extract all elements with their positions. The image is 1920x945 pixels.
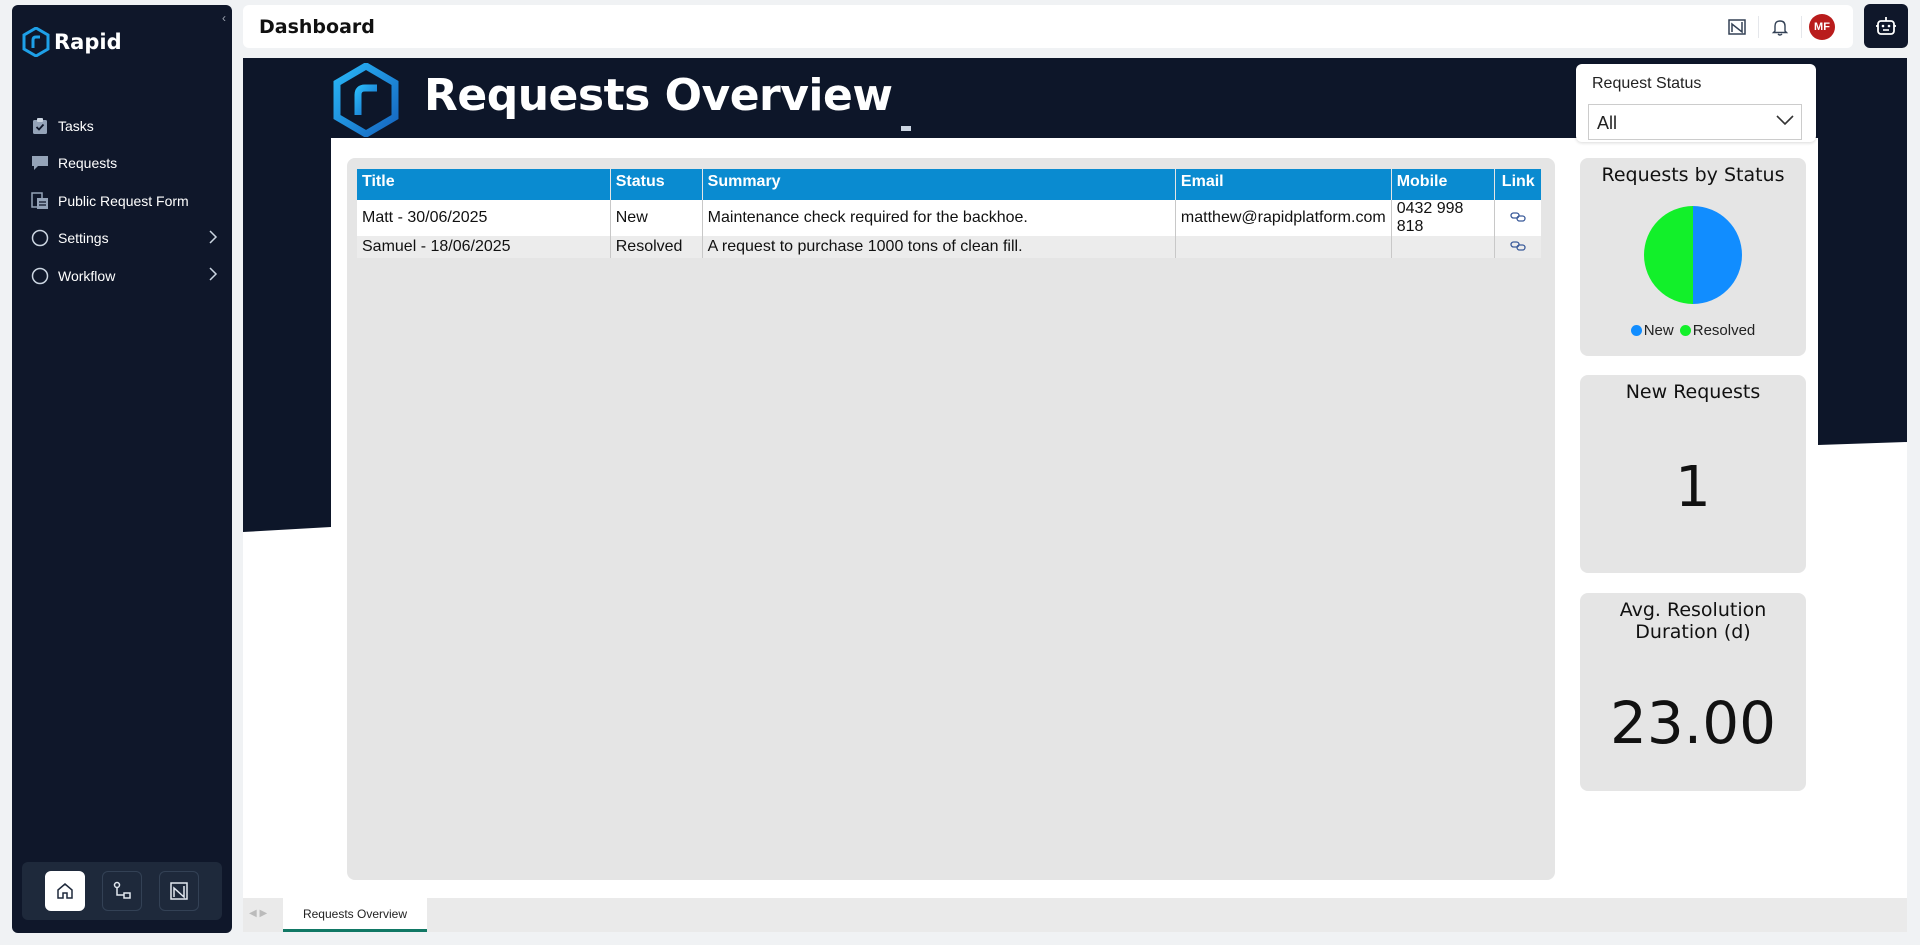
- legend-label: New: [1643, 322, 1674, 339]
- legend-dot: [1679, 325, 1691, 336]
- status-pie-chart[interactable]: [1580, 200, 1806, 310]
- sidebar-item-settings[interactable]: Settings: [12, 220, 232, 258]
- cell-email: [1175, 236, 1392, 258]
- new-requests-value: 1: [1675, 455, 1711, 520]
- legend-dot: [1630, 325, 1642, 336]
- report-icon: [170, 882, 189, 900]
- home-icon: [56, 883, 73, 899]
- link-icon[interactable]: [1510, 212, 1526, 222]
- sidebar-item-requests[interactable]: Requests: [12, 145, 232, 183]
- request-status-select[interactable]: All: [1588, 104, 1802, 140]
- divider: [1801, 16, 1802, 38]
- request-status-filter: Request Status All: [1576, 64, 1816, 142]
- filter-value: All: [1597, 113, 1618, 133]
- cell-mobile: 0432 998 818: [1391, 200, 1496, 236]
- legend-label: Resolved: [1692, 322, 1756, 339]
- card-title: New Requests: [1625, 381, 1761, 403]
- link-icon[interactable]: [1510, 241, 1526, 251]
- circle-icon: [30, 266, 50, 286]
- robot-icon: [1876, 17, 1896, 35]
- table-header-row: Title Status Summary Email Mobile Link: [357, 169, 1541, 200]
- form-icon: [30, 191, 50, 211]
- workflow-icon: [113, 881, 131, 899]
- new-requests-card: New Requests 1: [1580, 375, 1806, 573]
- sidebar-item-tasks[interactable]: Tasks: [12, 107, 232, 145]
- cell-status: Resolved: [610, 236, 703, 258]
- column-header-title[interactable]: Title: [357, 169, 611, 200]
- avatar[interactable]: MF: [1809, 14, 1835, 40]
- home-button[interactable]: [44, 871, 85, 911]
- sidebar-item-public-request-form[interactable]: Public Request Form: [12, 182, 232, 220]
- table-row[interactable]: Samuel - 18/06/2025 Resolved A request t…: [357, 236, 1541, 258]
- page-tab-bar: ◀ ▶ Requests Overview: [243, 898, 1907, 932]
- column-header-mobile[interactable]: Mobile: [1391, 169, 1496, 200]
- rapid-logo-icon: [333, 63, 399, 137]
- column-header-link[interactable]: Link: [1494, 169, 1541, 200]
- workflow-button[interactable]: [101, 871, 142, 911]
- sidebar-item-label: Settings: [58, 230, 109, 247]
- divider: [1758, 16, 1759, 38]
- chevron-down-icon: [1775, 113, 1795, 132]
- requests-by-status-card: Requests by Status New Resolved: [1580, 158, 1806, 356]
- clipboard-check-icon: [30, 116, 50, 136]
- cell-link[interactable]: [1494, 236, 1541, 258]
- report-view-button[interactable]: [1723, 13, 1751, 41]
- cell-summary: Maintenance check required for the backh…: [702, 200, 1176, 236]
- sidebar-item-workflow[interactable]: Workflow: [12, 257, 232, 295]
- notifications-button[interactable]: [1766, 13, 1794, 41]
- cell-title: Samuel - 18/06/2025: [357, 236, 611, 258]
- report-button[interactable]: [159, 871, 200, 911]
- assistant-button[interactable]: [1864, 4, 1908, 48]
- requests-table: Title Status Summary Email Mobile Link M…: [357, 169, 1541, 258]
- legend-item-new[interactable]: New: [1630, 322, 1674, 339]
- report-icon: [1728, 19, 1746, 35]
- sidebar: ‹ Rapid Tasks Requests Public Request Fo…: [12, 5, 232, 933]
- tab-scroll-arrows[interactable]: ◀ ▶: [249, 908, 267, 919]
- filter-label: Request Status: [1592, 75, 1702, 92]
- column-header-status[interactable]: Status: [610, 169, 703, 200]
- cell-mobile: [1391, 236, 1496, 258]
- sidebar-bottom-bar: [22, 862, 222, 920]
- pie-slice-resolved[interactable]: [1644, 206, 1693, 304]
- cell-title: Matt - 30/06/2025: [357, 200, 611, 236]
- cell-email: matthew@rapidplatform.com: [1175, 200, 1392, 236]
- sidebar-item-label: Workflow: [58, 267, 116, 284]
- card-title: Avg. Resolution: [1619, 599, 1767, 621]
- header-actions: MF: [1723, 13, 1835, 41]
- cell-status: New: [610, 200, 703, 236]
- chevron-right-icon[interactable]: [208, 267, 218, 284]
- card-title: Duration (d): [1635, 621, 1751, 643]
- pie-slice-new[interactable]: [1693, 206, 1742, 304]
- sidebar-item-label: Public Request Form: [58, 192, 189, 209]
- bell-icon: [1771, 20, 1789, 36]
- column-header-email[interactable]: Email: [1175, 169, 1392, 200]
- report-canvas: Requests Overview Request Status All Tit…: [243, 58, 1907, 932]
- chat-bubble-icon: [30, 153, 50, 173]
- top-header: Dashboard MF: [243, 5, 1853, 48]
- circle-icon: [30, 228, 50, 248]
- avg-resolution-value: 23.00: [1609, 689, 1777, 757]
- report-title: Requests Overview: [424, 70, 893, 121]
- requests-table-panel: Title Status Summary Email Mobile Link M…: [347, 158, 1555, 880]
- avg-resolution-card: Avg. Resolution Duration (d) 23.00: [1580, 593, 1806, 791]
- sidebar-item-label: Requests: [58, 155, 118, 172]
- app-logo[interactable]: Rapid: [22, 27, 122, 57]
- chart-legend: New Resolved: [1580, 322, 1806, 339]
- rapid-logo-icon: [22, 27, 50, 57]
- cell-summary: A request to purchase 1000 tons of clean…: [702, 236, 1176, 258]
- chevron-right-icon[interactable]: [208, 229, 218, 247]
- collapse-sidebar-icon[interactable]: ‹: [222, 11, 226, 25]
- sidebar-nav: Tasks Requests Public Request Form Setti…: [12, 107, 232, 295]
- sidebar-item-label: Tasks: [58, 117, 94, 134]
- cell-link[interactable]: [1494, 200, 1541, 236]
- page-title: Dashboard: [259, 16, 375, 38]
- tab-requests-overview[interactable]: Requests Overview: [283, 898, 427, 932]
- decorative-mark: [901, 126, 911, 131]
- legend-item-resolved[interactable]: Resolved: [1679, 322, 1756, 339]
- app-name: Rapid: [54, 30, 122, 54]
- column-header-summary[interactable]: Summary: [702, 169, 1176, 200]
- card-title: Requests by Status: [1601, 164, 1785, 186]
- table-row[interactable]: Matt - 30/06/2025 New Maintenance check …: [357, 200, 1541, 236]
